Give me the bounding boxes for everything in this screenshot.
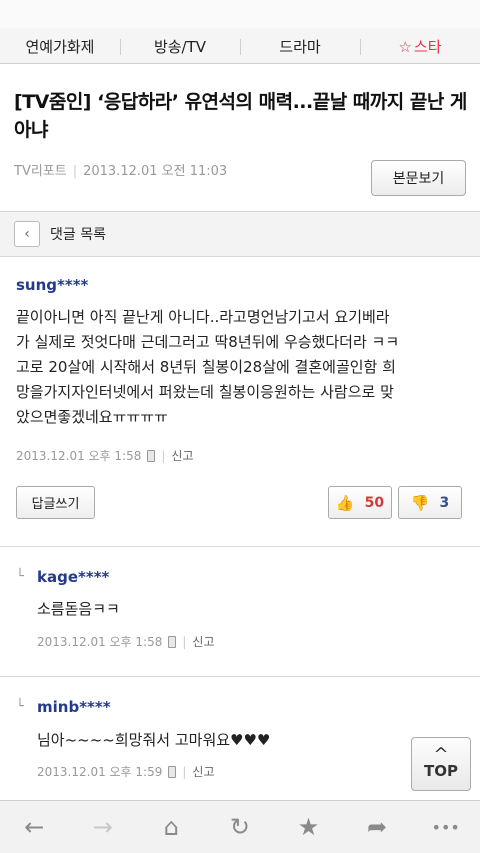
comment-divider [0, 676, 480, 677]
mobile-icon [147, 449, 156, 462]
comment-username[interactable]: sung**** [16, 276, 88, 294]
reply-username[interactable]: kage**** [37, 568, 109, 586]
write-reply-button[interactable]: 답글쓰기 [16, 486, 95, 519]
comment-meta: 2013.12.01 오후 1:58 | 신고 [16, 447, 194, 464]
reply-date: 2013.12.01 오후 1:58 [37, 635, 163, 649]
comment-line: 았으면좋겠네요ㅠㅠㅠㅠ [16, 408, 168, 426]
meta-separator: | [182, 764, 187, 779]
star-icon: ☆ [398, 37, 412, 56]
category-tabs: 연예가화제 방송/TV 드라마 ☆ 스타 [0, 28, 480, 64]
tab-entertainment-topics[interactable]: 연예가화제 [0, 36, 120, 57]
meta-separator: | [72, 164, 78, 179]
article-date: 2013.12.01 오전 11:03 [83, 164, 228, 179]
tab-broadcast-tv[interactable]: 방송/TV [120, 36, 240, 57]
thumbs-up-icon: 👍 [335, 493, 355, 512]
report-link[interactable]: 신고 [192, 763, 214, 780]
share-icon[interactable]: ➦ [352, 807, 402, 847]
comment-list-bar: ‹ 댓글 목록 [0, 211, 480, 257]
tab-star[interactable]: ☆ 스타 [360, 36, 480, 57]
report-link[interactable]: 신고 [192, 633, 214, 650]
view-article-button[interactable]: 본문보기 [371, 160, 466, 196]
comment-text: 끝이아니면 아직 끝난게 아니다..라고명언남기고서 요기베라 가 실제로 젓엇… [16, 305, 472, 430]
meta-separator: | [161, 448, 166, 463]
bottom-toolbar: ← → ⌂ ↻ ★ ➦ ••• [0, 800, 480, 853]
article-source: TV리포트 [14, 164, 67, 179]
mobile-icon [168, 635, 177, 648]
reply-arrow-icon: └ [16, 699, 24, 714]
comment-line: 망을가지자인터넷에서 퍼왔는데 칠봉이응원하는 사람으로 맞 [16, 383, 394, 401]
tab-star-label: 스타 [413, 37, 442, 56]
bookmark-star-icon[interactable]: ★ [284, 807, 334, 847]
reply-meta: 2013.12.01 오후 1:58 | 신고 [37, 633, 215, 650]
top-label: TOP [424, 762, 458, 780]
more-icon[interactable]: ••• [421, 807, 471, 847]
dislike-button[interactable]: 👎 3 [398, 486, 462, 519]
chevron-up-icon: ^ [433, 744, 449, 765]
forward-arrow-icon[interactable]: → [78, 807, 128, 847]
comment-list-title: 댓글 목록 [50, 227, 106, 243]
chevron-left-icon[interactable]: ‹ [14, 221, 40, 247]
status-area [0, 0, 480, 28]
mobile-icon [168, 765, 177, 778]
reply-meta: 2013.12.01 오후 1:59 | 신고 [37, 763, 215, 780]
comment-line: 가 실제로 젓엇다매 근데그러고 딱8년뒤에 우승했다더라 ㅋㅋ [16, 333, 400, 351]
tab-drama[interactable]: 드라마 [240, 36, 360, 57]
reply-text: 님아~~~~희망줘서 고마워요♥♥♥ [37, 731, 271, 749]
comment-divider [0, 546, 480, 547]
reply-arrow-icon: └ [16, 569, 24, 584]
comment-date: 2013.12.01 오후 1:58 [16, 449, 142, 463]
reply-username[interactable]: minb**** [37, 698, 111, 716]
article-meta: TV리포트 | 2013.12.01 오전 11:03 [14, 160, 227, 179]
reply-text: 소름돋음ㅋㅋ [37, 600, 120, 618]
like-button[interactable]: 👍 50 [328, 486, 392, 519]
home-icon[interactable]: ⌂ [146, 807, 196, 847]
article-title: [TV줌인] ‘응답하라’ 유연석의 매력...끝날 때까지 끝난 게 아냐 [14, 91, 467, 141]
refresh-icon[interactable]: ↻ [215, 807, 265, 847]
comment-line: 끝이아니면 아직 끝난게 아니다..라고명언남기고서 요기베라 [16, 308, 390, 326]
like-count: 50 [364, 494, 385, 511]
report-link[interactable]: 신고 [171, 447, 193, 464]
top-nav: 연예가화제 방송/TV 드라마 ☆ 스타 [0, 0, 480, 64]
meta-separator: | [182, 634, 187, 649]
reply-date: 2013.12.01 오후 1:59 [37, 765, 163, 779]
back-arrow-icon[interactable]: ← [9, 807, 59, 847]
dislike-count: 3 [439, 494, 450, 511]
comment-line: 고로 20살에 시작해서 8년뒤 칠봉이28살에 결혼에골인함 희 [16, 358, 396, 376]
thumbs-down-icon: 👎 [410, 493, 430, 512]
scroll-to-top-button[interactable]: ^ TOP [411, 737, 471, 791]
